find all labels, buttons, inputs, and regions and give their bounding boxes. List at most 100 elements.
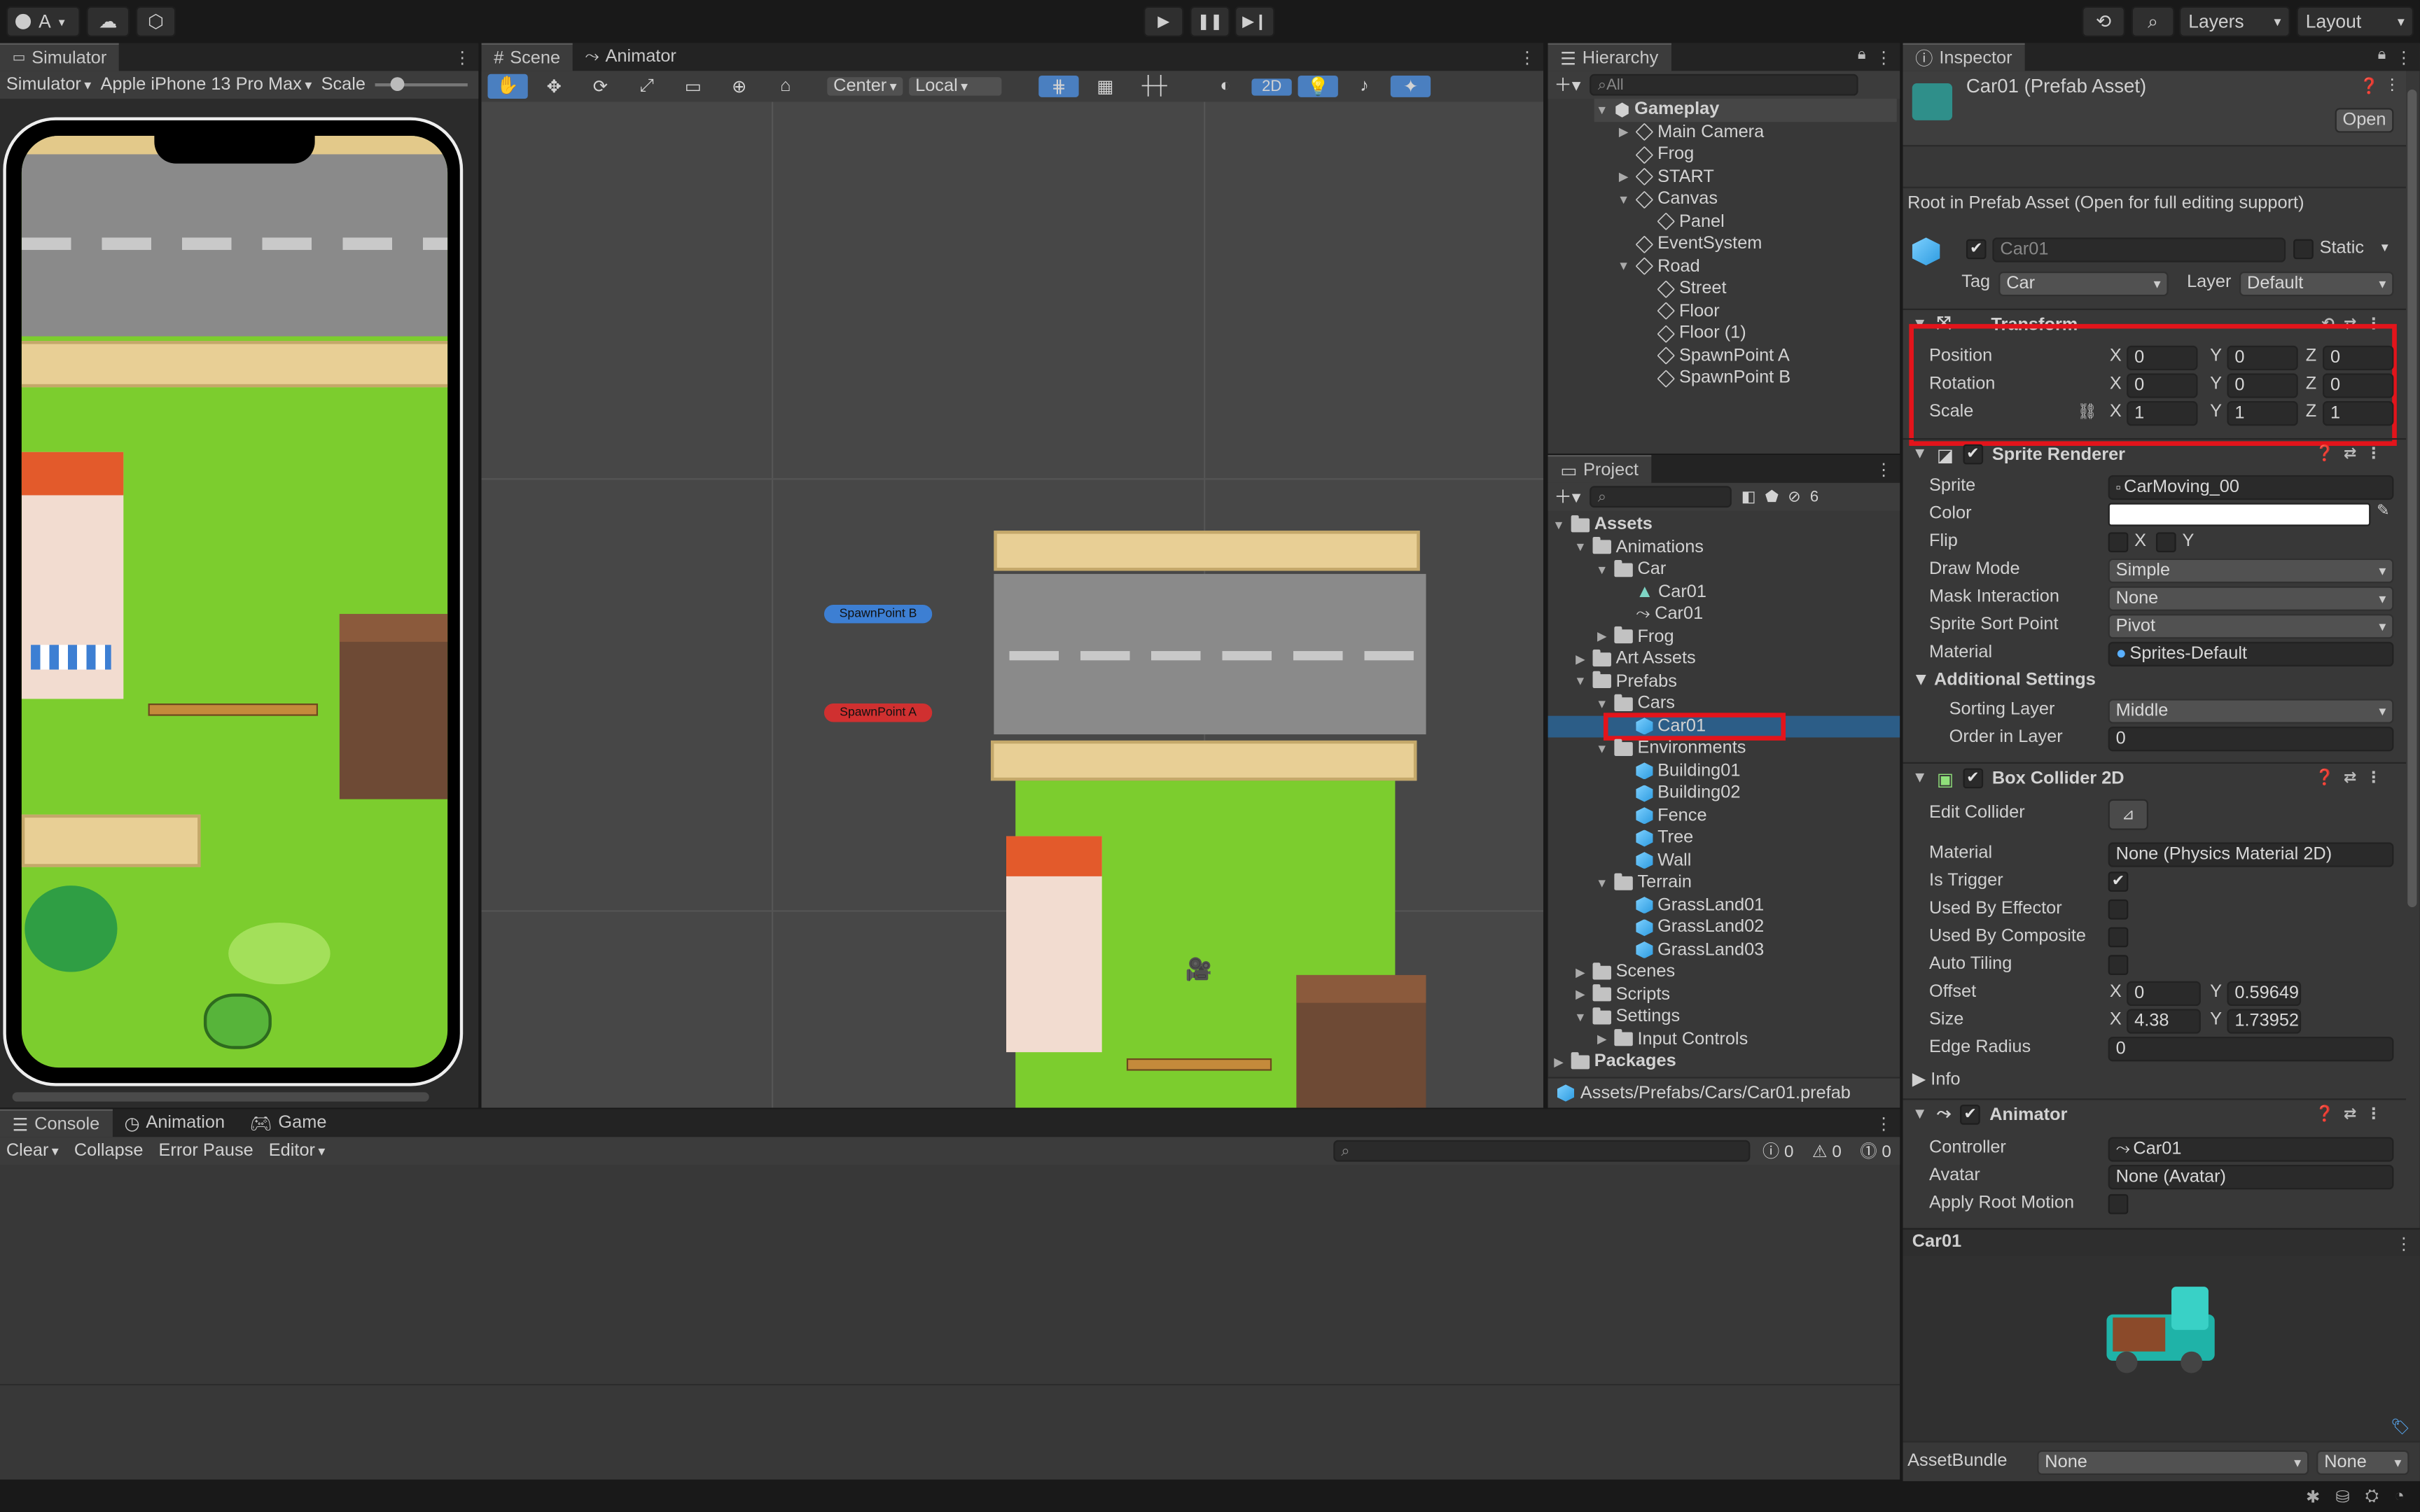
- pause-button[interactable]: ❚❚: [1190, 6, 1230, 37]
- project-item[interactable]: ▼ Cars: [1594, 693, 1675, 715]
- simulator-mode-dropdown[interactable]: Simulator: [6, 76, 91, 94]
- preview-menu-icon[interactable]: ⋮: [2395, 1234, 2412, 1254]
- sprite-field[interactable]: ▫ CarMoving_00: [2108, 475, 2394, 500]
- hierarchy-item[interactable]: Street: [1637, 278, 1727, 300]
- project-item[interactable]: Fence: [1616, 804, 1707, 827]
- tab-simulator[interactable]: ▭ Simulator: [0, 43, 119, 71]
- tab-game[interactable]: 🎮︎ Game: [237, 1110, 339, 1138]
- scene-viewport[interactable]: 🎥 SpawnPoint B SpawnPoint A: [481, 102, 1544, 1108]
- inspector-menu-icon[interactable]: ⋮: [2395, 48, 2412, 68]
- inspector-scrollbar[interactable]: [2407, 89, 2417, 907]
- search-icon[interactable]: ⌕: [2131, 6, 2175, 37]
- rotation-z-field[interactable]: 0: [2323, 373, 2394, 398]
- spawn-point-a-label[interactable]: SpawnPoint A: [823, 704, 933, 722]
- auto-tiling-checkbox[interactable]: [2108, 955, 2129, 975]
- active-checkbox[interactable]: ✔: [1966, 239, 1987, 260]
- hidden-packages-icon[interactable]: ⊘: [1788, 489, 1800, 505]
- rotation-x-field[interactable]: 0: [2127, 373, 2198, 398]
- color-swatch[interactable]: [2108, 503, 2371, 526]
- tab-animator[interactable]: ⤳ Animator: [573, 43, 689, 71]
- layout-dropdown[interactable]: Layout: [2296, 6, 2414, 37]
- camera-gizmo-icon[interactable]: 🎥: [1185, 956, 1212, 982]
- grid-icon[interactable]: ▦: [1085, 76, 1125, 97]
- shading-mode-icon[interactable]: ◐: [1205, 77, 1245, 95]
- cache-icon[interactable]: ⛭: [2365, 1487, 2379, 1507]
- horizontal-scrollbar[interactable]: [12, 1092, 429, 1102]
- project-item[interactable]: GrassLand01: [1616, 894, 1764, 916]
- scale-z-field[interactable]: 1: [2323, 401, 2394, 426]
- avatar-field[interactable]: None (Avatar): [2108, 1165, 2394, 1190]
- filter-label-icon[interactable]: ⬟: [1765, 489, 1779, 505]
- tab-inspector[interactable]: ⓘ Inspector: [1903, 43, 2025, 71]
- collapse-button[interactable]: Collapse: [74, 1142, 144, 1160]
- tab-animation[interactable]: ◷ Animation: [112, 1110, 237, 1138]
- settings-icon[interactable]: ⋮: [2384, 77, 2400, 94]
- material-field[interactable]: ● Sprites-Default: [2108, 641, 2394, 667]
- history-icon[interactable]: ⟲: [2082, 6, 2125, 37]
- hierarchy-item[interactable]: ▼ Canvas: [1616, 188, 1718, 211]
- position-z-field[interactable]: 0: [2323, 345, 2394, 370]
- help-icon[interactable]: ❓: [2360, 78, 2379, 95]
- constrain-proportions-icon[interactable]: ⛓: [2078, 404, 2097, 421]
- scale-y-field[interactable]: 1: [2227, 401, 2298, 426]
- filter-type-icon[interactable]: ◧: [1741, 489, 1756, 505]
- hierarchy-item[interactable]: SpawnPoint A: [1637, 345, 1790, 368]
- apply-root-motion-checkbox[interactable]: [2108, 1194, 2129, 1214]
- hierarchy-item[interactable]: ▼ Road: [1616, 255, 1700, 278]
- offset-x-field[interactable]: 0: [2127, 981, 2201, 1007]
- box-collider-header[interactable]: ▼ ▣ ✔ Box Collider 2D ❓⇄⋮: [1903, 762, 2407, 793]
- console-menu-icon[interactable]: ⋮: [1875, 1114, 1892, 1133]
- open-button[interactable]: Open: [2335, 108, 2394, 133]
- project-item[interactable]: ▶ Frog: [1594, 626, 1674, 648]
- offset-y-field[interactable]: 0.59649: [2227, 981, 2302, 1007]
- spawn-point-b-label[interactable]: SpawnPoint B: [823, 604, 933, 624]
- editor-dropdown[interactable]: Editor: [269, 1142, 326, 1160]
- sorting-layer-dropdown[interactable]: Middle: [2108, 699, 2394, 724]
- project-search-input[interactable]: ⌕: [1590, 486, 1732, 508]
- audio-icon[interactable]: ♪: [1344, 77, 1384, 95]
- animator-header[interactable]: ▼ ⤳ ✔ Animator ❓⇄⋮: [1903, 1098, 2407, 1129]
- mode-2d-button[interactable]: 2D: [1251, 78, 1292, 95]
- collider-material-field[interactable]: None (Physics Material 2D): [2108, 842, 2394, 867]
- assetbundle-dropdown[interactable]: None: [2037, 1450, 2309, 1476]
- used-by-effector-checkbox[interactable]: [2108, 899, 2129, 920]
- move-tool-icon[interactable]: ✥: [534, 76, 574, 97]
- layer-dropdown[interactable]: Default: [2239, 271, 2394, 297]
- hierarchy-item[interactable]: EventSystem: [1616, 233, 1762, 255]
- info-count[interactable]: ⓘ 0: [1762, 1139, 1793, 1163]
- controller-field[interactable]: ⤳ Car01: [2108, 1137, 2394, 1162]
- scale-x-field[interactable]: 1: [2127, 401, 2198, 426]
- additional-settings-foldout[interactable]: ▼ Additional Settings: [1912, 671, 2096, 690]
- custom-tool-icon[interactable]: ⌂: [765, 77, 805, 95]
- hierarchy-item[interactable]: Floor (1): [1637, 323, 1746, 345]
- project-item[interactable]: ▼ Terrain: [1594, 872, 1692, 894]
- scene-root[interactable]: ▼ ⬢ Gameplay: [1594, 99, 1897, 122]
- hierarchy-item[interactable]: Frog: [1616, 144, 1694, 166]
- tab-console[interactable]: ☰ Console: [0, 1109, 112, 1138]
- project-item[interactable]: ▶ Input Controls: [1594, 1028, 1748, 1051]
- pivot-dropdown[interactable]: Center: [827, 77, 903, 96]
- mask-interaction-dropdown[interactable]: None: [2108, 586, 2394, 611]
- hierarchy-search-input[interactable]: ⌕ All: [1590, 74, 1859, 96]
- sprite-sort-point-dropdown[interactable]: Pivot: [2108, 614, 2394, 639]
- project-item[interactable]: ▼ Assets: [1551, 514, 1653, 536]
- warning-count[interactable]: ⚠ 0: [1812, 1141, 1842, 1161]
- position-y-field[interactable]: 0: [2227, 345, 2298, 370]
- hand-tool-icon[interactable]: ✋: [487, 74, 528, 99]
- snap-increment-icon[interactable]: ┼┼: [1132, 77, 1178, 95]
- eyedropper-icon[interactable]: ✎: [2377, 503, 2389, 520]
- error-pause-button[interactable]: Error Pause: [158, 1142, 253, 1160]
- tab-project[interactable]: ▭ Project: [1548, 455, 1651, 483]
- project-item[interactable]: ▼ Animations: [1573, 536, 1704, 559]
- project-item[interactable]: ⤳ Car01: [1616, 603, 1703, 626]
- project-item[interactable]: GrassLand03: [1616, 939, 1764, 961]
- project-item[interactable]: ▶ Scripts: [1573, 983, 1670, 1006]
- inspector-lock-icon[interactable]: 🔒︎: [2378, 46, 2386, 63]
- size-y-field[interactable]: 1.73952: [2227, 1009, 2302, 1034]
- static-dropdown-icon[interactable]: ▾: [2381, 239, 2388, 256]
- flip-x-checkbox[interactable]: [2108, 532, 2129, 553]
- tab-scene[interactable]: # Scene: [481, 43, 573, 71]
- draw-mode-dropdown[interactable]: Simple: [2108, 558, 2394, 584]
- console-search-input[interactable]: ⌕: [1333, 1140, 1751, 1162]
- project-menu-icon[interactable]: ⋮: [1875, 460, 1892, 479]
